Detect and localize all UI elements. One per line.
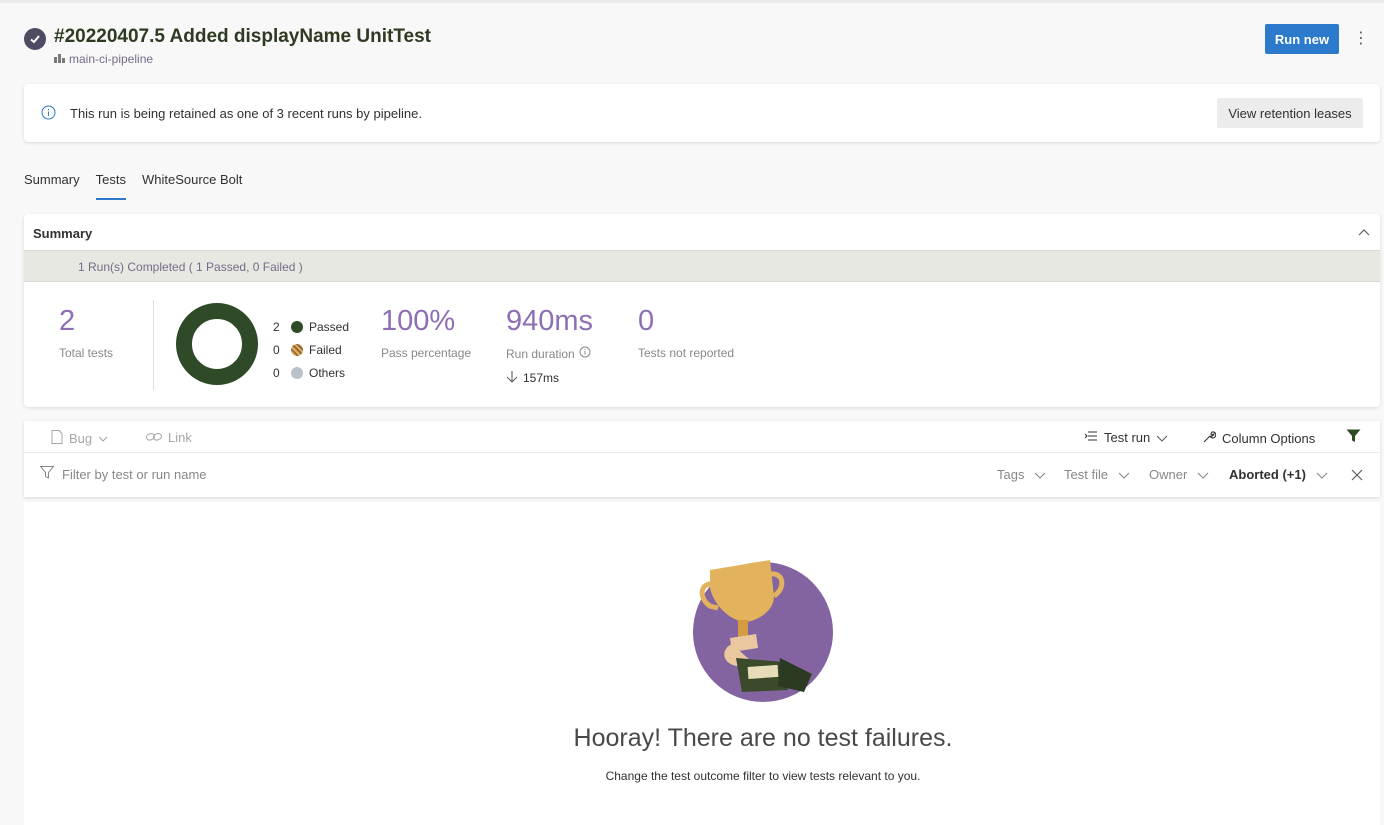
tests-toolbar: Bug Link Test run Column Options Filter … <box>24 421 1380 497</box>
trophy-illustration <box>693 560 833 702</box>
filter-funnel-icon[interactable] <box>1346 429 1361 443</box>
legend-label: Passed <box>309 319 350 334</box>
tab-tests[interactable]: Tests <box>95 171 127 200</box>
run-header: #20220407.5 Added displayName UnitTest m… <box>24 24 1374 74</box>
donut-legend: 2 Passed 0 Failed 0 Others <box>273 315 349 384</box>
run-new-button[interactable]: Run new <box>1265 24 1339 54</box>
command-bar: Bug Link Test run Column Options <box>24 421 1380 453</box>
filter-search-placeholder: Filter by test or run name <box>62 466 207 482</box>
legend-label: Failed <box>309 342 342 357</box>
tab-whitesource-bolt[interactable]: WhiteSource Bolt <box>142 171 242 200</box>
arrow-down-icon <box>506 370 518 386</box>
bug-label: Bug <box>69 431 93 446</box>
summary-card: Summary 1 Run(s) Completed ( 1 Passed, 0… <box>24 214 1380 407</box>
run-tabs: Summary Tests WhiteSource Bolt <box>24 171 258 201</box>
test-file-filter-label: Test file <box>1064 467 1109 482</box>
owner-filter-dropdown[interactable]: Owner <box>1149 467 1209 482</box>
failed-dot-icon <box>291 343 303 356</box>
filter-search-box[interactable]: Filter by test or run name <box>39 466 207 482</box>
legend-item-failed: 0 Failed <box>273 338 349 361</box>
outcome-filter-dropdown[interactable]: Aborted (+1) <box>1229 467 1328 482</box>
run-status-strip: 1 Run(s) Completed ( 1 Passed, 0 Failed … <box>24 250 1380 282</box>
run-duration-delta: 157ms <box>506 370 559 386</box>
donut-slice-passed <box>176 303 258 385</box>
chevron-down-icon <box>1316 467 1328 482</box>
pass-percentage-label: Pass percentage <box>381 346 472 360</box>
more-actions-icon[interactable]: ⋮ <box>1351 26 1371 52</box>
total-tests-label: Total tests <box>59 346 114 360</box>
others-dot-icon <box>291 366 303 379</box>
legend-count: 2 <box>273 319 280 334</box>
bug-button[interactable]: Bug <box>51 430 108 447</box>
wrench-icon <box>1202 430 1217 447</box>
chevron-down-icon <box>1034 467 1046 482</box>
run-duration-delta-value: 157ms <box>523 371 560 385</box>
passed-dot-icon <box>291 320 303 333</box>
tests-not-reported-label: Tests not reported <box>638 346 735 360</box>
tags-filter-label: Tags <box>997 467 1025 482</box>
test-run-group-dropdown[interactable]: Test run <box>1084 430 1168 445</box>
bug-icon <box>51 430 63 447</box>
test-file-filter-dropdown[interactable]: Test file <box>1064 467 1130 482</box>
link-label: Link <box>168 430 192 445</box>
info-icon <box>41 105 56 125</box>
chevron-down-icon <box>1156 430 1168 445</box>
column-options-button[interactable]: Column Options <box>1202 430 1315 447</box>
test-outcome-donut-chart <box>176 303 258 385</box>
legend-count: 0 <box>273 365 280 380</box>
legend-label: Others <box>309 365 346 380</box>
clear-filters-close-icon[interactable] <box>1351 468 1363 486</box>
test-results-empty-state: Hooray! There are no test failures. Chan… <box>24 502 1380 825</box>
total-tests-value: 2 <box>59 305 76 337</box>
run-duration-label: Run duration <box>506 346 575 361</box>
empty-state-hint: Change the test outcome filter to view t… <box>605 769 921 783</box>
owner-filter-label: Owner <box>1149 467 1188 482</box>
view-retention-leases-button[interactable]: View retention leases <box>1217 98 1363 128</box>
run-duration-value: 940ms <box>506 305 594 337</box>
test-run-label: Test run <box>1104 430 1151 445</box>
chevron-down-icon <box>98 431 108 446</box>
legend-item-others: 0 Others <box>273 361 349 384</box>
retention-banner: This run is being retained as one of 3 r… <box>24 84 1380 142</box>
group-by-icon <box>1084 430 1098 445</box>
empty-state-headline: Hooray! There are no test failures. <box>573 724 953 752</box>
pass-percentage-value: 100% <box>381 305 456 337</box>
link-icon <box>146 430 162 445</box>
outcome-filter-label: Aborted (+1) <box>1229 467 1306 482</box>
succeeded-status-icon <box>24 28 46 50</box>
chevron-down-icon <box>1118 467 1130 482</box>
legend-item-passed: 2 Passed <box>273 315 349 338</box>
tab-summary[interactable]: Summary <box>24 171 80 200</box>
summary-title: Summary <box>33 226 93 241</box>
chevron-down-icon <box>1197 467 1209 482</box>
info-icon[interactable] <box>579 346 591 361</box>
banner-text: This run is being retained as one of 3 r… <box>70 106 422 121</box>
run-status-text: 1 Run(s) Completed ( 1 Passed, 0 Failed … <box>78 260 303 274</box>
pipeline-name: main-ci-pipeline <box>69 52 154 66</box>
summary-divider <box>153 300 154 390</box>
top-border <box>0 0 1384 3</box>
pipeline-icon <box>54 52 65 66</box>
filter-icon <box>39 466 55 482</box>
run-duration-label-row: Run duration <box>506 346 591 361</box>
column-options-label: Column Options <box>1222 431 1316 446</box>
tags-filter-dropdown[interactable]: Tags <box>997 467 1046 482</box>
chevron-up-icon[interactable] <box>1358 226 1370 244</box>
tests-not-reported-value: 0 <box>638 305 655 337</box>
link-button[interactable]: Link <box>146 430 192 445</box>
page-title: #20220407.5 Added displayName UnitTest <box>54 26 431 47</box>
legend-count: 0 <box>273 342 280 357</box>
pipeline-link[interactable]: main-ci-pipeline <box>54 52 153 66</box>
